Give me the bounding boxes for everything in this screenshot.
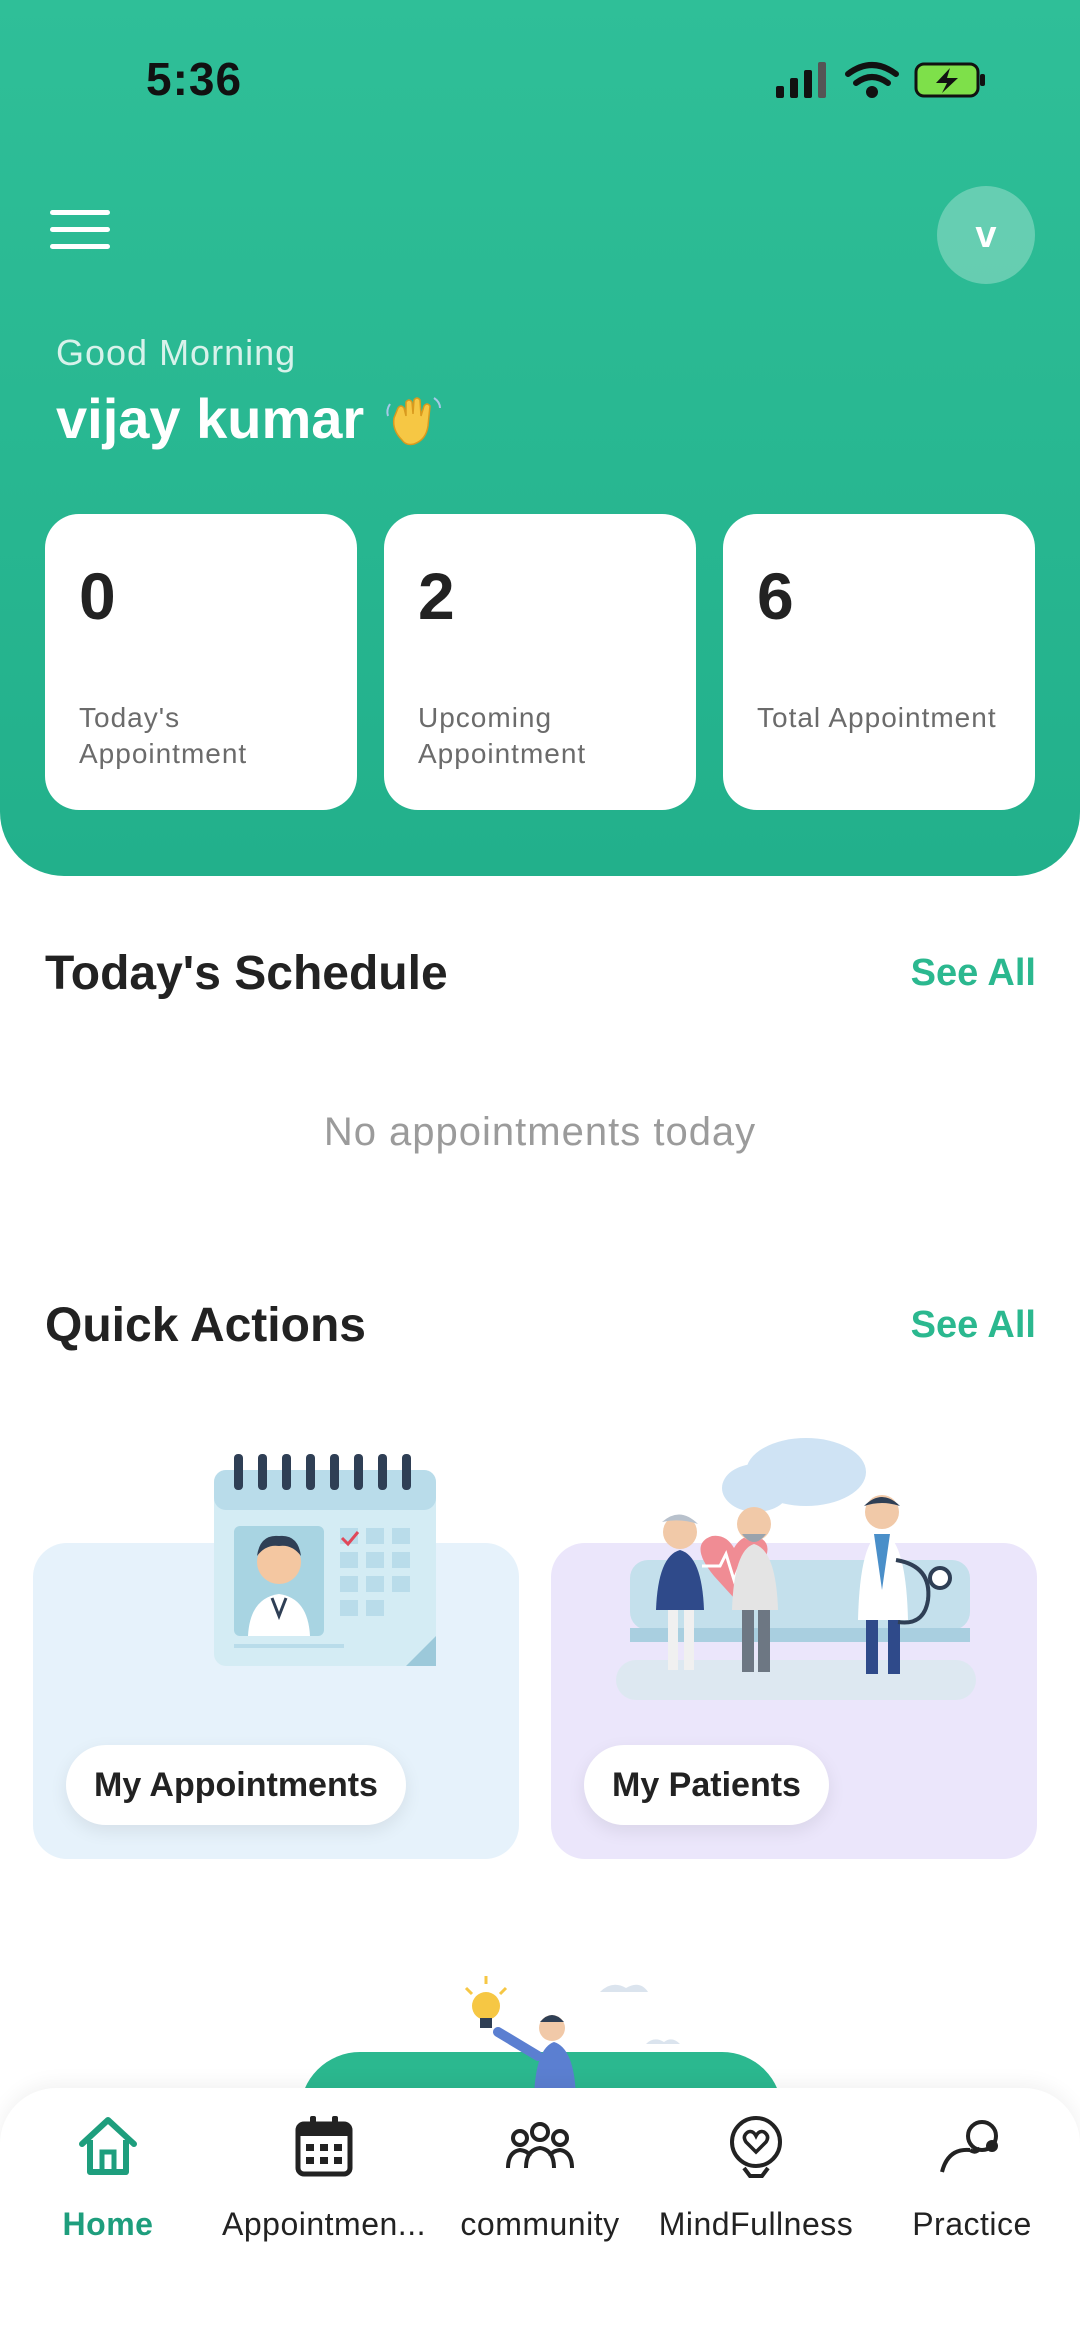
tab-mindfulness[interactable]: MindFullness	[648, 2088, 864, 2288]
schedule-see-all-link[interactable]: See All	[911, 952, 1036, 995]
my-patients-button[interactable]: My Patients	[584, 1745, 829, 1825]
status-icons	[776, 62, 985, 98]
doctor-calendar-illustration	[214, 1454, 436, 1666]
status-time: 5:36	[146, 53, 243, 105]
tab-label: Appointmen...	[222, 2206, 426, 2242]
quick-actions-see-all-link[interactable]: See All	[911, 1304, 1036, 1347]
stat-card-total[interactable]: 6 Total Appointment	[723, 514, 1035, 810]
wifi-icon	[845, 62, 899, 98]
waving-hand-icon	[386, 397, 441, 446]
greeting-text: Good Morning	[56, 332, 297, 373]
idea-person-illustration	[464, 1976, 680, 2096]
avatar[interactable]: v	[937, 186, 1035, 284]
community-icon	[506, 2122, 574, 2169]
tab-label: Practice	[912, 2206, 1032, 2242]
patients-illustration	[616, 1438, 976, 1700]
bottom-tab-bar: Home Appointmen... community MindFullnes…	[0, 2088, 1080, 2340]
stat-value: 0	[79, 559, 116, 633]
stat-label: Total Appointment	[757, 702, 997, 733]
stat-label: Upcoming Appointment	[418, 702, 587, 769]
practice-icon	[940, 2120, 998, 2173]
empty-schedule-text: No appointments today	[323, 1110, 757, 1154]
tab-label: MindFullness	[658, 2206, 854, 2242]
tab-home[interactable]: Home	[0, 2088, 216, 2288]
tab-practice[interactable]: Practice	[864, 2088, 1080, 2288]
menu-icon[interactable]	[50, 210, 110, 254]
my-appointments-button[interactable]: My Appointments	[66, 1745, 406, 1825]
stat-card-today[interactable]: 0 Today's Appointment	[45, 514, 357, 810]
user-name: vijay kumar	[56, 387, 365, 450]
signal-icon	[776, 62, 826, 98]
tab-appointments[interactable]: Appointmen...	[216, 2088, 432, 2288]
stat-label: Today's Appointment	[79, 702, 248, 769]
mindfulness-icon	[730, 2116, 782, 2178]
tab-community[interactable]: community	[432, 2088, 648, 2288]
battery-icon	[914, 62, 985, 98]
tab-label: community	[460, 2206, 620, 2242]
stat-value: 6	[757, 559, 794, 633]
schedule-title: Today's Schedule	[45, 947, 448, 1000]
tab-label: Home	[62, 2206, 154, 2242]
quick-actions-title: Quick Actions	[45, 1299, 366, 1352]
stat-card-upcoming[interactable]: 2 Upcoming Appointment	[384, 514, 696, 810]
stat-value: 2	[418, 559, 455, 633]
calendar-icon	[295, 2116, 353, 2177]
home-icon	[79, 2117, 137, 2175]
